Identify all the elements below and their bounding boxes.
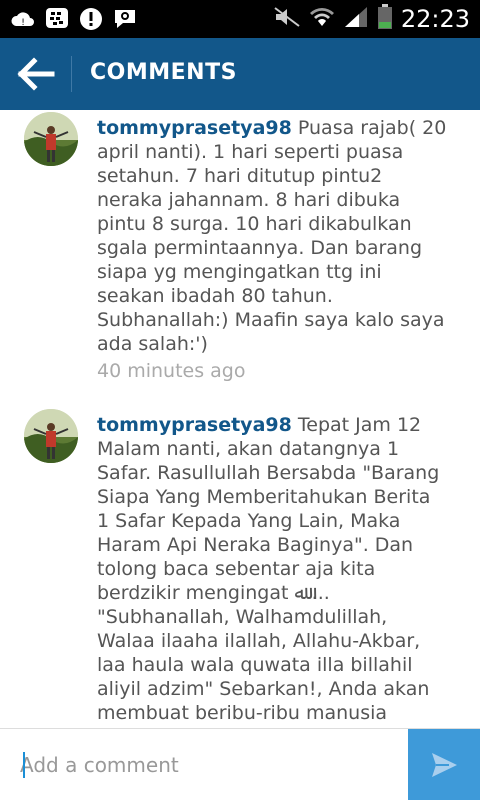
page-title: COMMENTS bbox=[90, 60, 237, 85]
svg-text:!: ! bbox=[21, 18, 25, 28]
back-arrow-icon bbox=[17, 57, 55, 91]
system-icons: 22:23 bbox=[273, 4, 470, 34]
comment-text: tommyprasetya98 Puasa rajab( 20 april na… bbox=[97, 116, 447, 356]
notification-icons: ! bbox=[10, 6, 138, 32]
header-divider bbox=[71, 56, 72, 92]
avatar[interactable] bbox=[24, 409, 78, 463]
comment-username[interactable]: tommyprasetya98 bbox=[97, 414, 292, 436]
comment-body: Puasa rajab( 20 april nanti). 1 hari sep… bbox=[97, 117, 447, 355]
send-icon bbox=[432, 753, 457, 777]
chat-icon bbox=[112, 6, 138, 32]
signal-icon bbox=[343, 6, 369, 32]
comment-item: tommyprasetya98 Puasa rajab( 20 april na… bbox=[0, 110, 480, 400]
text-cursor bbox=[23, 752, 25, 778]
alert-icon bbox=[78, 6, 104, 32]
bbm-icon bbox=[44, 6, 70, 32]
comment-username[interactable]: tommyprasetya98 bbox=[97, 117, 292, 139]
comment-timestamp: 40 minutes ago bbox=[97, 360, 246, 382]
comment-text: tommyprasetya98 Tepat Jam 12 Malam nanti… bbox=[97, 413, 447, 725]
comment-input[interactable] bbox=[20, 745, 390, 785]
comment-item: tommyprasetya98 Tepat Jam 12 Malam nanti… bbox=[0, 407, 480, 728]
clock-time: 22:23 bbox=[400, 5, 470, 33]
cloud-icon: ! bbox=[10, 6, 36, 32]
send-button[interactable] bbox=[408, 729, 480, 800]
avatar[interactable] bbox=[24, 112, 78, 166]
battery-icon bbox=[377, 4, 393, 34]
wifi-icon bbox=[309, 6, 335, 32]
comments-list[interactable]: tommyprasetya98 Puasa rajab( 20 april na… bbox=[0, 110, 480, 728]
comment-composer bbox=[0, 728, 480, 800]
back-button[interactable] bbox=[14, 56, 58, 92]
comment-body: Tepat Jam 12 Malam nanti, akan datangnya… bbox=[97, 414, 440, 724]
header-bar: COMMENTS bbox=[0, 38, 480, 110]
mute-icon bbox=[273, 6, 301, 32]
status-bar: ! 22:23 bbox=[0, 0, 480, 38]
